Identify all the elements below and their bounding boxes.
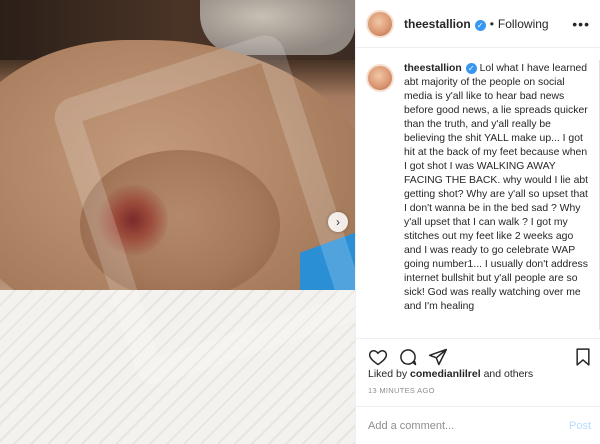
- post-image[interactable]: ›: [0, 0, 355, 444]
- caption-verified-badge-icon: ✓: [465, 63, 477, 74]
- post-header: theestallion ✓ • Following •••: [356, 0, 600, 48]
- following-button[interactable]: Following: [498, 17, 549, 31]
- post-timestamp[interactable]: 13 MINUTES AGO: [368, 386, 435, 395]
- comment-bar: Post: [356, 406, 600, 444]
- likes-line: Liked by comedianlilrel and others: [368, 368, 533, 380]
- likes-others[interactable]: and others: [484, 368, 534, 380]
- heart-icon[interactable]: [368, 347, 388, 367]
- caption-avatar[interactable]: [366, 64, 394, 92]
- more-options-icon[interactable]: •••: [572, 16, 590, 32]
- caption-username[interactable]: theestallion: [404, 63, 462, 74]
- verified-badge-icon: ✓: [474, 19, 486, 31]
- header-username[interactable]: theestallion ✓: [404, 17, 486, 31]
- action-bar: [356, 338, 600, 368]
- bookmark-icon[interactable]: [573, 347, 593, 367]
- caption-text: theestallion ✓ Lol what I have learned ab…: [404, 62, 591, 338]
- avatar[interactable]: [366, 9, 394, 38]
- caption-body: Lol what I have learned abt majority of …: [404, 63, 589, 312]
- separator-dot: •: [489, 16, 494, 31]
- caption: theestallion ✓ Lol what I have learned ab…: [356, 48, 600, 338]
- comment-icon[interactable]: [398, 347, 418, 367]
- liker-username[interactable]: comedianlilrel: [410, 368, 481, 380]
- likes-prefix: Liked by: [368, 368, 408, 380]
- share-icon[interactable]: [428, 347, 448, 367]
- comment-input[interactable]: [368, 419, 569, 432]
- post-side-panel: theestallion ✓ • Following ••• theestalli…: [355, 0, 600, 444]
- username-text[interactable]: theestallion: [404, 17, 471, 31]
- next-image-button[interactable]: ›: [328, 212, 348, 232]
- post-comment-button[interactable]: Post: [569, 420, 591, 432]
